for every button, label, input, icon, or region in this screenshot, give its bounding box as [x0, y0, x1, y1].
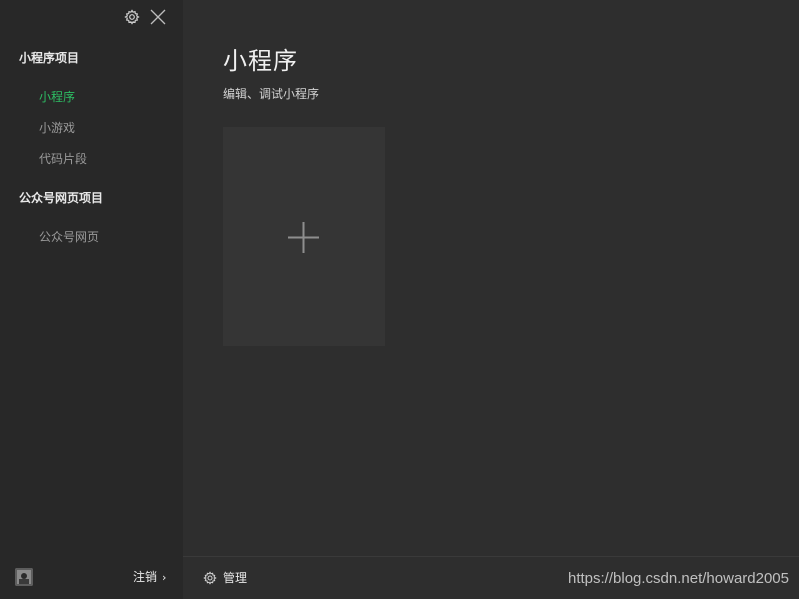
page-subtitle: 编辑、调试小程序 [223, 87, 320, 101]
manage-button[interactable]: 管理 [203, 569, 247, 586]
sidebar-footer: 注销 › [0, 556, 183, 599]
bottom-bar: 管理 https://blog.csdn.net/howard2005 [183, 556, 799, 599]
logout-button[interactable]: 注销 › [133, 568, 166, 585]
sidebar-item-official-account-web[interactable]: 公众号网页 [39, 228, 99, 245]
sidebar: 小程序项目 小程序 小游戏 代码片段 公众号网页项目 公众号网页 注销 › [0, 0, 183, 599]
page-title: 小程序 [223, 47, 298, 75]
watermark-text: https://blog.csdn.net/howard2005 [568, 570, 789, 587]
chevron-right-icon: › [162, 571, 167, 584]
avatar[interactable] [15, 568, 33, 586]
app-window: 小程序项目 小程序 小游戏 代码片段 公众号网页项目 公众号网页 注销 › 小程序… [0, 0, 799, 599]
close-icon[interactable] [149, 8, 167, 26]
create-project-card[interactable] [223, 127, 385, 346]
sidebar-item-code-snippet[interactable]: 代码片段 [39, 150, 87, 167]
gear-icon[interactable] [124, 9, 140, 25]
nav-group-official-account-projects: 公众号网页项目 [19, 191, 104, 205]
logout-label: 注销 [133, 570, 158, 584]
sidebar-item-miniprogram[interactable]: 小程序 [39, 88, 75, 105]
nav-group-miniprogram-projects: 小程序项目 [19, 51, 80, 65]
manage-label: 管理 [223, 571, 248, 585]
plus-icon [287, 221, 320, 254]
gear-icon [203, 570, 217, 585]
sidebar-top-icons [124, 7, 167, 27]
sidebar-item-minigame[interactable]: 小游戏 [39, 119, 75, 136]
